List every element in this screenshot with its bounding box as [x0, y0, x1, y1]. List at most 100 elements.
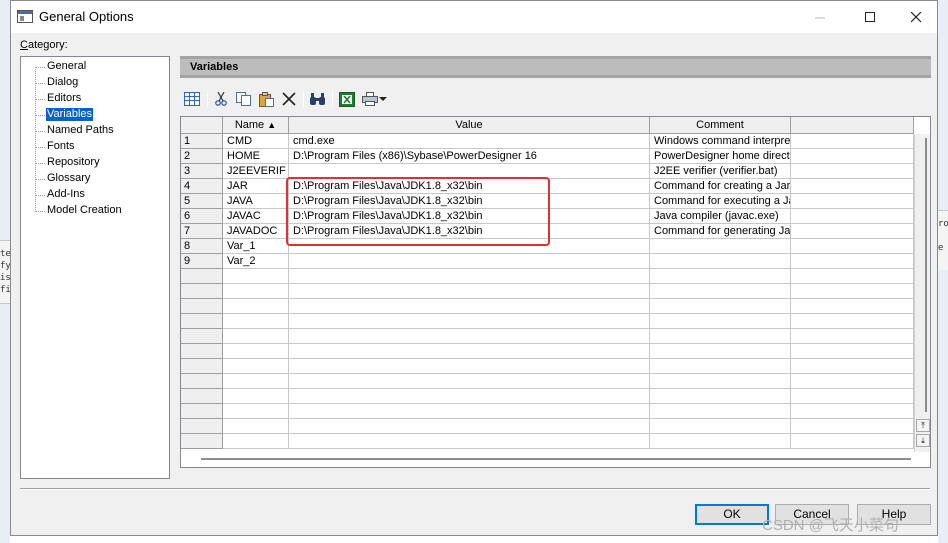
- column-header-value[interactable]: Value: [289, 117, 650, 134]
- row-number-cell[interactable]: [181, 314, 223, 329]
- column-header-comment[interactable]: Comment: [650, 117, 791, 134]
- row-number-cell[interactable]: [181, 419, 223, 434]
- cell-name[interactable]: [223, 269, 289, 284]
- cell-empty[interactable]: [791, 194, 914, 209]
- cell-value[interactable]: [289, 299, 650, 314]
- cell-value[interactable]: [289, 314, 650, 329]
- cut-button[interactable]: [211, 89, 231, 109]
- cell-comment[interactable]: [650, 269, 791, 284]
- cell-comment[interactable]: [650, 299, 791, 314]
- cell-value[interactable]: [289, 359, 650, 374]
- cell-empty[interactable]: [791, 314, 914, 329]
- horizontal-scrollbar[interactable]: [201, 458, 911, 462]
- scroll-bottom-button[interactable]: ⤓: [916, 434, 930, 447]
- find-button[interactable]: [308, 89, 328, 109]
- cell-comment[interactable]: [650, 419, 791, 434]
- row-number-cell[interactable]: 5: [181, 194, 223, 209]
- row-number-cell[interactable]: 3: [181, 164, 223, 179]
- cell-value[interactable]: [289, 434, 650, 449]
- column-header-name[interactable]: Name ▲: [223, 117, 289, 134]
- cell-comment[interactable]: [650, 284, 791, 299]
- row-number-cell[interactable]: [181, 344, 223, 359]
- row-number-cell[interactable]: 1: [181, 134, 223, 149]
- cell-empty[interactable]: [791, 209, 914, 224]
- ok-button[interactable]: OK: [695, 504, 769, 525]
- cell-comment[interactable]: [650, 329, 791, 344]
- cell-name[interactable]: JAR: [223, 179, 289, 194]
- print-dropdown-button[interactable]: [377, 89, 389, 109]
- title-bar[interactable]: General Options: [11, 1, 937, 33]
- cell-name[interactable]: J2EEVERIF: [223, 164, 289, 179]
- vertical-scrollbar[interactable]: ⤒ ⤓: [914, 134, 930, 452]
- copy-button[interactable]: [234, 89, 254, 109]
- cell-value[interactable]: [289, 269, 650, 284]
- grid-properties-button[interactable]: [182, 89, 202, 109]
- cell-empty[interactable]: [791, 404, 914, 419]
- delete-button[interactable]: [279, 89, 299, 109]
- cell-name[interactable]: [223, 419, 289, 434]
- cell-comment[interactable]: [650, 239, 791, 254]
- cell-name[interactable]: HOME: [223, 149, 289, 164]
- row-number-cell[interactable]: [181, 329, 223, 344]
- row-number-cell[interactable]: 2: [181, 149, 223, 164]
- cell-comment[interactable]: [650, 374, 791, 389]
- row-number-cell[interactable]: [181, 404, 223, 419]
- cell-value[interactable]: [289, 404, 650, 419]
- cell-empty[interactable]: [791, 389, 914, 404]
- cell-comment[interactable]: Command for creating a Jar f: [650, 179, 791, 194]
- cell-value[interactable]: [289, 344, 650, 359]
- cell-comment[interactable]: Command for generating Jav: [650, 224, 791, 239]
- row-number-cell[interactable]: 9: [181, 254, 223, 269]
- vertical-scrollbar-thumb[interactable]: [919, 138, 927, 412]
- cell-empty[interactable]: [791, 224, 914, 239]
- cell-name[interactable]: [223, 374, 289, 389]
- cell-comment[interactable]: [650, 359, 791, 374]
- cell-name[interactable]: JAVADOC: [223, 224, 289, 239]
- cell-name[interactable]: JAVAC: [223, 209, 289, 224]
- close-button[interactable]: [893, 1, 939, 33]
- cell-value[interactable]: [289, 254, 650, 269]
- cell-empty[interactable]: [791, 269, 914, 284]
- scroll-top-button[interactable]: ⤒: [916, 419, 930, 432]
- cell-comment[interactable]: Command for executing a Ja: [650, 194, 791, 209]
- cell-value[interactable]: [289, 329, 650, 344]
- cell-comment[interactable]: [650, 344, 791, 359]
- row-number-cell[interactable]: [181, 359, 223, 374]
- cell-name[interactable]: CMD: [223, 134, 289, 149]
- row-number-cell[interactable]: 8: [181, 239, 223, 254]
- cell-empty[interactable]: [791, 134, 914, 149]
- cell-comment[interactable]: [650, 314, 791, 329]
- cell-empty[interactable]: [791, 284, 914, 299]
- maximize-button[interactable]: [847, 1, 893, 33]
- cell-empty[interactable]: [791, 239, 914, 254]
- cell-empty[interactable]: [791, 149, 914, 164]
- cell-comment[interactable]: Windows command interpret: [650, 134, 791, 149]
- cell-name[interactable]: [223, 344, 289, 359]
- row-number-cell[interactable]: 6: [181, 209, 223, 224]
- cell-name[interactable]: [223, 404, 289, 419]
- cell-value[interactable]: [289, 374, 650, 389]
- cell-empty[interactable]: [791, 329, 914, 344]
- row-number-cell[interactable]: [181, 299, 223, 314]
- cell-name[interactable]: [223, 434, 289, 449]
- cell-name[interactable]: Var_2: [223, 254, 289, 269]
- paste-button[interactable]: [257, 89, 277, 109]
- cell-empty[interactable]: [791, 434, 914, 449]
- cell-value[interactable]: [289, 389, 650, 404]
- minimize-button[interactable]: [797, 1, 843, 33]
- cell-comment[interactable]: [650, 434, 791, 449]
- cell-empty[interactable]: [791, 359, 914, 374]
- cell-empty[interactable]: [791, 254, 914, 269]
- row-number-cell[interactable]: [181, 389, 223, 404]
- cell-name[interactable]: [223, 314, 289, 329]
- row-number-cell[interactable]: [181, 284, 223, 299]
- cell-value[interactable]: cmd.exe: [289, 134, 650, 149]
- cell-name[interactable]: [223, 299, 289, 314]
- cell-comment[interactable]: Java compiler (javac.exe): [650, 209, 791, 224]
- cell-value[interactable]: D:\Program Files (x86)\Sybase\PowerDesig…: [289, 149, 650, 164]
- cell-name[interactable]: [223, 359, 289, 374]
- category-tree[interactable]: General Dialog Editors Variables Named Paths…: [20, 56, 170, 479]
- cell-comment[interactable]: [650, 404, 791, 419]
- cell-empty[interactable]: [791, 419, 914, 434]
- cell-comment[interactable]: PowerDesigner home direct: [650, 149, 791, 164]
